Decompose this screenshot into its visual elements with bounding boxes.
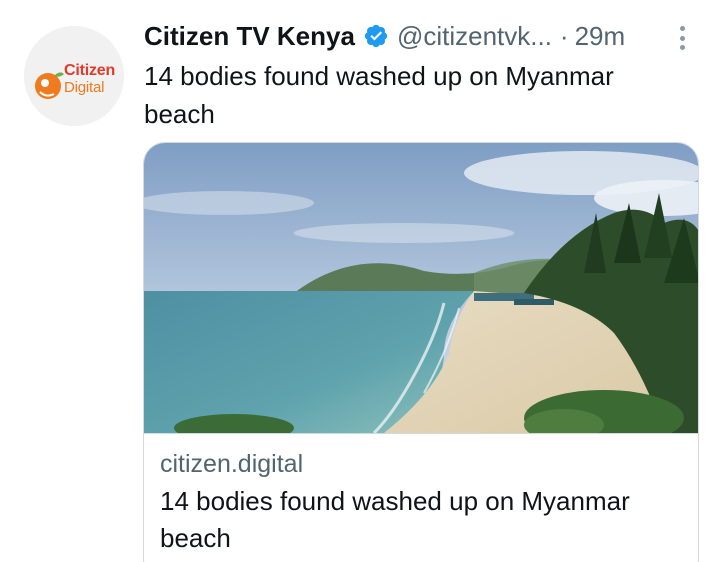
logo-line-1: Citizen [64, 62, 116, 79]
logo-wordmark: Citizen Digital [64, 62, 115, 96]
link-preview-card[interactable]: citizen.digital 14 bodies found washed u… [143, 142, 699, 562]
card-title: 14 bodies found washed up on Myanmar bea… [160, 486, 630, 553]
timestamp[interactable]: 29m [575, 21, 626, 52]
avatar[interactable]: Citizen Digital [24, 26, 124, 126]
more-vertical-icon[interactable] [672, 24, 692, 52]
card-divider [144, 433, 698, 434]
separator-dot: · [559, 20, 569, 51]
tweet-text: 14 bodies found washed up on Myanmar bea… [144, 61, 614, 129]
card-domain: citizen.digital [160, 450, 304, 478]
author-handle[interactable]: @citizentvk... [397, 21, 552, 52]
logo-line-2: Digital [64, 79, 105, 96]
tweet-header: Citizen TV Kenya @citizentvk... · 29m [144, 18, 625, 54]
author-display-name[interactable]: Citizen TV Kenya [144, 21, 355, 52]
verified-badge-icon [364, 24, 388, 48]
beach-photo [144, 143, 698, 433]
